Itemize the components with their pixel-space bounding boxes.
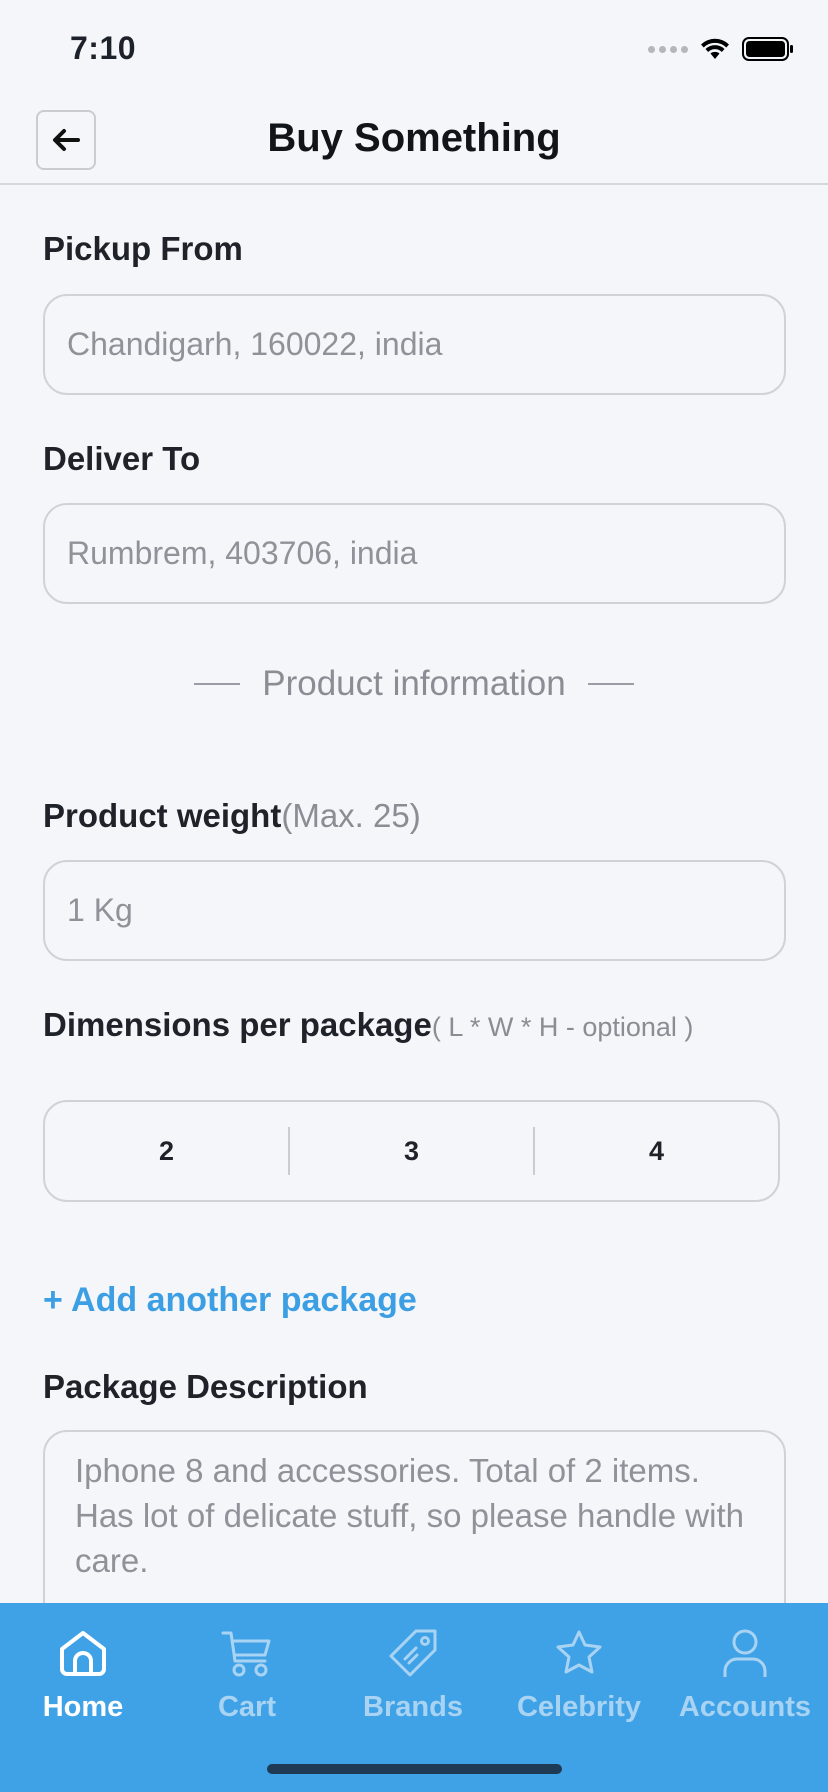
add-package-button[interactable]: + Add another package: [43, 1281, 417, 1320]
pickup-placeholder: Chandigarh, 160022, india: [67, 326, 443, 362]
wifi-icon: [701, 38, 729, 59]
description-label: Package Description: [43, 1368, 368, 1405]
status-indicators: [648, 36, 794, 62]
pickup-label: Pickup From: [43, 230, 243, 267]
dimension-height-input[interactable]: 4: [535, 1136, 778, 1167]
tab-cart[interactable]: Cart: [164, 1625, 330, 1724]
dimensions-field: 2 3 4: [43, 1100, 780, 1202]
cart-icon: [219, 1625, 275, 1681]
navigation-header: Buy Something: [0, 100, 828, 185]
tab-celebrity[interactable]: Celebrity: [496, 1625, 662, 1724]
tab-cart-label: Cart: [217, 1691, 276, 1723]
weight-hint: (Max. 25): [281, 797, 421, 834]
deliver-placeholder: Rumbrem, 403706, india: [67, 535, 418, 571]
dimension-width-input[interactable]: 3: [290, 1136, 533, 1167]
tab-accounts-label: Accounts: [678, 1691, 812, 1723]
dimensions-label: Dimensions per package( L * W * H - opti…: [43, 1006, 693, 1044]
divider-line-right: [587, 683, 634, 685]
weight-label: Product weight(Max. 25): [43, 797, 421, 835]
battery-icon: [742, 37, 793, 61]
home-icon: [55, 1625, 111, 1681]
dimensions-hint: ( L * W * H - optional ): [431, 1012, 694, 1042]
weight-value: 1 Kg: [67, 892, 133, 928]
deliver-label: Deliver To: [43, 440, 201, 477]
pickup-field[interactable]: Chandigarh, 160022, india: [43, 294, 786, 395]
tab-home-label: Home: [42, 1691, 124, 1723]
home-indicator: [267, 1764, 562, 1774]
dimension-length-input[interactable]: 2: [45, 1136, 288, 1167]
weight-label-text: Product weight: [43, 797, 282, 834]
tab-brands[interactable]: Brands: [330, 1625, 496, 1724]
tab-celebrity-label: Celebrity: [516, 1691, 642, 1723]
status-bar: 7:10: [0, 0, 828, 100]
tab-home[interactable]: Home: [0, 1625, 166, 1724]
tab-accounts[interactable]: Accounts: [662, 1625, 828, 1724]
status-time: 7:10: [70, 30, 137, 66]
user-icon: [717, 1625, 773, 1681]
divider-line-left: [194, 683, 241, 685]
dimensions-label-text: Dimensions per package: [43, 1006, 432, 1043]
star-icon: [551, 1625, 607, 1681]
weight-field[interactable]: 1 Kg: [43, 860, 786, 961]
deliver-field[interactable]: Rumbrem, 403706, india: [43, 503, 786, 604]
cellular-signal-icon: [648, 45, 688, 53]
page-title: Buy Something: [267, 116, 561, 160]
description-placeholder: Iphone 8 and accessories. Total of 2 ite…: [75, 1452, 744, 1579]
tab-brands-label: Brands: [363, 1691, 463, 1723]
product-info-divider: Product information: [0, 664, 828, 704]
tag-icon: [385, 1625, 441, 1681]
product-info-heading: Product information: [262, 664, 566, 703]
